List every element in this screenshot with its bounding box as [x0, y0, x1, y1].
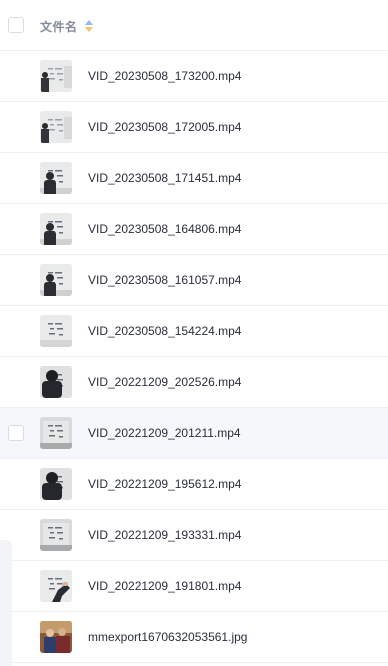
file-list-header: 文件名 [0, 0, 388, 51]
select-all-checkbox[interactable] [8, 17, 24, 33]
file-name[interactable]: VID_20230508_161057.mp4 [88, 273, 241, 287]
file-thumbnail[interactable] [40, 315, 72, 347]
file-thumbnail[interactable] [40, 417, 72, 449]
file-row[interactable]: VID_20221209_195612.mp4 [0, 459, 388, 510]
file-row[interactable]: mmexport1670632053561.jpg [0, 612, 388, 663]
file-thumbnail[interactable] [40, 213, 72, 245]
column-header-filename[interactable]: 文件名 [40, 18, 78, 35]
file-name[interactable]: mmexport1670632053561.jpg [88, 630, 247, 644]
file-name[interactable]: VID_20230508_171451.mp4 [88, 171, 241, 185]
file-thumbnail[interactable] [40, 162, 72, 194]
file-name[interactable]: VID_20230508_154224.mp4 [88, 324, 241, 338]
file-row[interactable]: VID_20221209_193331.mp4 [0, 510, 388, 561]
file-name[interactable]: VID_20230508_172005.mp4 [88, 120, 241, 134]
file-row[interactable]: VID_20230508_171451.mp4 [0, 153, 388, 204]
side-panel-edge [0, 540, 12, 666]
file-row[interactable]: VID_20230508_172005.mp4 [0, 102, 388, 153]
file-row[interactable]: VID_20230508_154224.mp4 [0, 306, 388, 357]
file-thumbnail[interactable] [40, 570, 72, 602]
sort-icon[interactable] [84, 19, 94, 33]
file-name[interactable]: VID_20221209_195612.mp4 [88, 477, 241, 491]
file-thumbnail[interactable] [40, 111, 72, 143]
file-list-panel: 文件名 VID_20230508_173200.mp4 VID_20230508_… [0, 0, 388, 666]
file-name[interactable]: VID_20230508_164806.mp4 [88, 222, 241, 236]
file-name[interactable]: VID_20221209_193331.mp4 [88, 528, 241, 542]
file-thumbnail[interactable] [40, 468, 72, 500]
file-thumbnail[interactable] [40, 621, 72, 653]
file-row[interactable]: VID_20221209_201211.mp4 [0, 408, 388, 459]
file-row[interactable]: VID_20230508_164806.mp4 [0, 204, 388, 255]
file-name[interactable]: VID_20221209_202526.mp4 [88, 375, 241, 389]
file-name[interactable]: VID_20230508_173200.mp4 [88, 69, 241, 83]
file-thumbnail[interactable] [40, 60, 72, 92]
file-row[interactable]: VID_20230508_173200.mp4 [0, 51, 388, 102]
file-thumbnail[interactable] [40, 519, 72, 551]
file-thumbnail[interactable] [40, 264, 72, 296]
file-thumbnail[interactable] [40, 366, 72, 398]
file-row[interactable]: VID_20221209_191801.mp4 [0, 561, 388, 612]
file-name[interactable]: VID_20221209_201211.mp4 [88, 426, 241, 440]
file-row[interactable]: VID_20230508_161057.mp4 [0, 255, 388, 306]
file-row[interactable]: VID_20221209_202526.mp4 [0, 357, 388, 408]
file-name[interactable]: VID_20221209_191801.mp4 [88, 579, 241, 593]
file-row-checkbox[interactable] [8, 425, 24, 441]
